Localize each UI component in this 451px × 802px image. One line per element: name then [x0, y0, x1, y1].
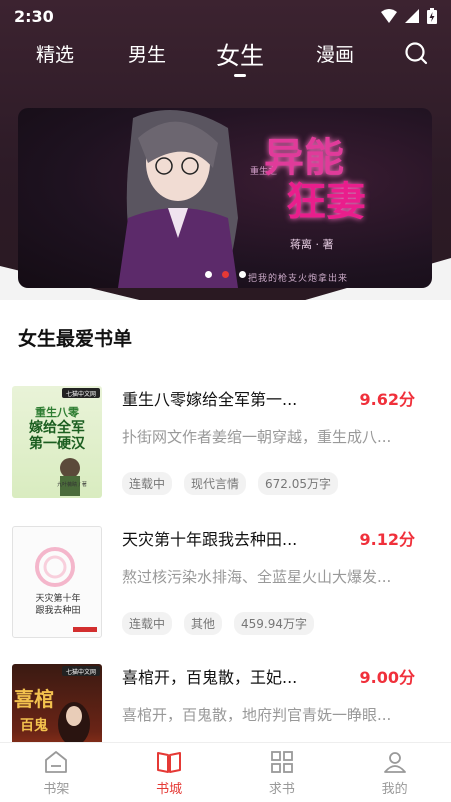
character-illustration: [118, 110, 238, 288]
tab-male[interactable]: 男生: [128, 40, 166, 67]
nav-profile[interactable]: 我的: [338, 743, 451, 802]
tag-wordcount: 672.05万字: [258, 472, 339, 495]
book-score: 9.62分: [359, 390, 415, 409]
signal-icon: [405, 9, 419, 23]
svg-text:百鬼: 百鬼: [20, 717, 48, 734]
nav-label: 我的: [381, 782, 408, 797]
svg-text:跟我去种田: 跟我去种田: [35, 604, 80, 616]
svg-text:嫁给全军: 嫁给全军: [28, 419, 85, 436]
book-title[interactable]: 喜棺开，百鬼散，王妃...: [122, 664, 322, 688]
book-score: 9.12分: [359, 530, 415, 549]
nav-label: 书架: [43, 782, 70, 797]
book-description: 喜棺开，百鬼散，地府判官青妩一睁眼...: [122, 706, 392, 724]
book-score: 9.00分: [359, 668, 415, 687]
book-description: 扑街网文作者姜绾一朝穿越，重生成八...: [122, 428, 392, 446]
book-title[interactable]: 天灾第十年跟我去种田...: [122, 526, 322, 550]
cover-art: 七猫中文网 重生八零 嫁给全军 第一硬汉 九叶薇睛 / 著: [28, 388, 100, 496]
tab-female[interactable]: 女生: [216, 36, 264, 77]
book-title[interactable]: 重生八零嫁给全军第一...: [122, 386, 322, 410]
nav-request[interactable]: 求书: [226, 743, 339, 802]
book-item[interactable]: 天灾第十年 跟我去种田 天灾第十年跟我去种田... 9.12分 熬过核污染水排海…: [0, 526, 451, 652]
book-item[interactable]: 七猫中文网 重生八零 嫁给全军 第一硬汉 九叶薇睛 / 著 重生八零嫁给全军第一…: [0, 386, 451, 512]
tab-comics[interactable]: 漫画: [316, 40, 354, 67]
svg-text:第一硬汉: 第一硬汉: [29, 435, 86, 452]
tag-genre: 其他: [184, 612, 223, 635]
grid-icon: [270, 751, 293, 773]
book-tags: 连载中 现代言情 672.05万字: [122, 472, 339, 495]
book-cover[interactable]: 七猫中文网 重生八零 嫁给全军 第一硬汉 九叶薇睛 / 著: [12, 386, 102, 498]
banner-dot-active[interactable]: [221, 271, 229, 278]
banner-title-line1: 异能: [264, 134, 344, 181]
tag-wordcount: 459.94万字: [234, 612, 315, 635]
svg-text:喜棺: 喜棺: [14, 687, 54, 711]
svg-text:天灾第十年: 天灾第十年: [35, 592, 80, 604]
tag-status: 连载中: [122, 472, 173, 495]
svg-text:九叶薇睛 / 著: 九叶薇睛 / 著: [57, 481, 87, 488]
banner-title: 异能 狂妻: [264, 136, 366, 224]
status-bar: 2:30: [0, 0, 451, 32]
status-icons: [381, 8, 437, 24]
wifi-icon: [381, 9, 397, 23]
book-open-icon: [157, 752, 182, 773]
banner-author: 蒋离 · 著: [290, 238, 334, 251]
booklist-section: 女生最爱书单 七猫中文网 重生八零 嫁给全军 第一硬汉 九叶薇睛 / 著 重生八…: [0, 300, 451, 776]
category-tabs: 精选 男生 女生 漫画: [0, 34, 451, 80]
svg-text:七猫中文网: 七猫中文网: [66, 390, 96, 398]
nav-bookshelf[interactable]: 书架: [0, 743, 113, 802]
svg-text:重生八零: 重生八零: [35, 405, 80, 419]
promo-banner[interactable]: 重生之 异能 狂妻 蒋离 · 著 把我的枪支火炮拿出来: [18, 108, 432, 288]
book-tags: 连载中 其他 459.94万字: [122, 612, 315, 635]
battery-icon: [427, 8, 437, 24]
user-icon: [383, 752, 406, 773]
book-description: 熬过核污染水排海、全蓝星火山大爆发...: [122, 568, 392, 586]
section-title: 女生最爱书单: [18, 328, 133, 350]
nav-label: 书城: [156, 782, 183, 797]
book-cover[interactable]: 天灾第十年 跟我去种田: [12, 526, 102, 638]
tab-selected[interactable]: 精选: [36, 40, 74, 67]
active-tab-indicator: [234, 74, 246, 77]
bottom-navigation: 书架 书城 求书 我的: [0, 742, 451, 802]
bookshelf-icon: [45, 751, 68, 773]
tag-genre: 现代言情: [184, 472, 247, 495]
status-time: 2:30: [14, 6, 54, 26]
banner-pagination: [18, 271, 432, 278]
banner-dot[interactable]: [238, 271, 246, 278]
cover-art: 天灾第十年 跟我去种田: [35, 547, 97, 632]
search-icon[interactable]: [403, 40, 429, 66]
banner-dot[interactable]: [204, 271, 212, 278]
banner-title-line2: 狂妻: [286, 178, 366, 225]
tag-status: 连载中: [122, 612, 173, 635]
nav-label: 求书: [268, 782, 295, 797]
nav-bookstore[interactable]: 书城: [113, 743, 226, 802]
svg-text:七猫中文网: 七猫中文网: [66, 668, 96, 676]
